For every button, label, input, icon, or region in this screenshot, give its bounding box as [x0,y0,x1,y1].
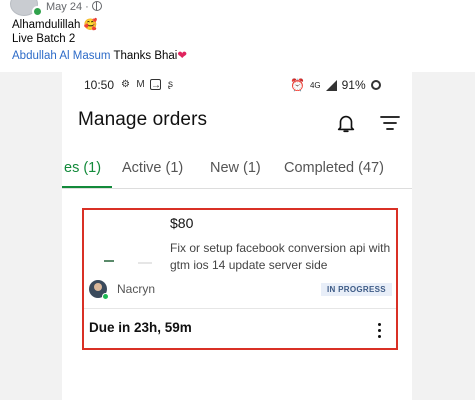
notification-icons: ⚙ M → ʂ [120,79,176,91]
filter-icon[interactable] [379,114,401,132]
post-line-2: Live Batch 2 [12,33,76,45]
gmail-icon: M [136,79,145,90]
buyer-name[interactable]: Nacryn [117,282,155,296]
thumbnail-mark [104,260,114,262]
alarm-icon: ⏰ [290,78,305,92]
online-dot [102,293,109,300]
gear-icon: ⚙ [121,79,130,90]
battery-percent: 91% [341,78,366,92]
online-status-dot [32,6,43,17]
page-title: Manage orders [78,109,208,130]
tab-new[interactable]: New (1) [210,160,261,176]
post-image[interactable]: 10:50 ⚙ M → ʂ ⏰ 4G 91% Manage orders es … [0,72,475,400]
tab-completed[interactable]: Completed (47) [284,160,384,176]
order-price: $80 [170,215,194,231]
order-card[interactable]: $80 Fix or setup facebook conversion api… [82,208,398,350]
order-description: Fix or setup facebook conversion api wit… [170,241,391,272]
signal-icon [325,79,337,91]
tab-active[interactable]: Active (1) [122,160,183,176]
mention-link[interactable]: Abdullah Al Masum [12,50,110,62]
thumbnail-mark [138,262,152,264]
smiling-hearts-emoji: 🥰 [83,19,98,31]
post-line-1-text: Alhamdulillah [12,19,81,31]
due-time: Due in 23h, 59m [89,320,192,335]
order-tabs: es (1) Active (1) New (1) Completed (47) [62,153,412,189]
heart-emoji: ❤ [177,50,188,62]
globe-icon [91,1,102,11]
network-type: 4G [309,80,321,90]
battery-icon [370,80,381,90]
more-vertical-icon[interactable] [374,322,384,340]
post-date[interactable]: May 24 · [46,1,102,13]
app-notification-icon: ʂ [168,79,173,90]
exit-app-icon: → [150,79,161,91]
tabs-divider [62,188,412,189]
status-bar: 10:50 ⚙ M → ʂ ⏰ 4G 91% [62,72,412,102]
status-badge: IN PROGRESS [321,283,392,296]
card-divider [84,308,396,309]
facebook-post-header: May 24 · Alhamdulillah 🥰 Live Batch 2 Ab… [0,0,475,70]
system-icons: ⏰ 4G 91% [290,78,381,92]
post-line-1: Alhamdulillah 🥰 [12,18,97,31]
post-date-text: May 24 · [46,1,89,13]
phone-screen: 10:50 ⚙ M → ʂ ⏰ 4G 91% Manage orders es … [62,72,412,400]
bell-icon[interactable] [335,112,357,134]
post-line-3: Abdullah Al Masum Thanks Bhai❤ [12,48,187,62]
thanks-text: Thanks Bhai [110,50,178,62]
gig-thumbnail [84,210,160,266]
tab-priority[interactable]: es (1) [64,160,101,176]
status-time: 10:50 [84,78,115,92]
